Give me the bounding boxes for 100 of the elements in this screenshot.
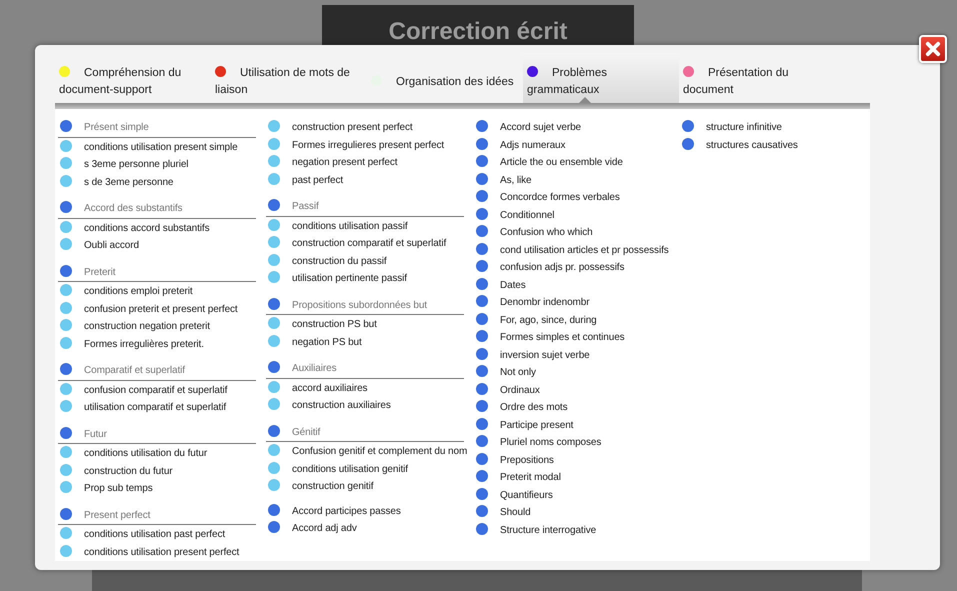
subcategory-item[interactable]: accord auxiliaires [266,380,474,397]
subcategory-item[interactable]: Confusion genitif et complement du nom [266,443,474,460]
category-tab[interactable]: Présentation du document [679,53,835,103]
subcategory-item[interactable]: construction present perfect [266,119,474,136]
bullet-icon [476,365,488,377]
category-heading[interactable]: Accord des substantifs [58,200,256,218]
category-item[interactable]: cond utilisation articles et pr possessifs [474,242,680,259]
subcategory-item[interactable]: Formes irregulieres present perfect [266,136,474,154]
subcategory-item[interactable]: construction auxiliaires [266,397,474,414]
bullet-icon [268,479,280,491]
category-item[interactable]: Pluriel noms composes [474,434,680,452]
subcategory-item[interactable]: confusion preterit et present perfect [58,300,266,318]
category-item[interactable]: Adjs numeraux [474,136,680,154]
category-heading[interactable]: Auxiliaires [266,360,464,378]
category-item[interactable]: Denombr indenombr [474,294,680,312]
category-item[interactable]: Prepositions [474,452,680,469]
subcategory-item[interactable]: construction PS but [266,316,474,334]
subcategory-item[interactable]: negation present perfect [266,154,474,172]
category-tab[interactable]: Utilisation de mots de liaison [211,53,367,103]
category-item[interactable]: structure infinitive [680,119,870,136]
bullet-icon [60,446,72,458]
bullet-icon [476,400,488,412]
category-item[interactable]: As, like [474,172,680,189]
subcategory-item[interactable]: s 3eme personne pluriel [58,156,266,174]
bullet-icon [476,242,488,254]
bullet-icon [268,398,280,410]
subcategory-item[interactable]: conditions emploi preterit [58,283,266,300]
category-item[interactable]: Structure interrogative [474,522,680,539]
category-tab[interactable]: Compréhension du document-support [55,53,211,103]
bullet-icon [60,157,72,169]
category-item[interactable]: Quantifieurs [474,486,680,504]
bullet-icon [60,464,72,476]
bullet-icon [268,298,280,310]
bullet-icon [60,382,72,394]
category-item[interactable]: For, ago, since, during [474,312,680,329]
bullet-icon [60,174,72,186]
bullet-icon [60,426,72,438]
bullet-icon [476,348,488,360]
category-item[interactable]: Accord participes passes [266,502,474,520]
subcategory-item[interactable]: conditions utilisation present perfect [58,544,266,561]
subcategory-item[interactable]: Prop sub temps [58,480,266,498]
bullet-icon [60,481,72,493]
subcategory-item[interactable]: construction du futur [58,462,266,480]
category-heading[interactable]: Présent simple [58,119,256,138]
subcategory-item[interactable]: conditions utilisation passif [266,218,474,235]
category-item[interactable]: Accord sujet verbe [474,119,680,136]
bullet-icon [60,201,72,213]
category-item[interactable]: confusion adjs pr. possessifs [474,259,680,276]
subcategory-item[interactable]: Formes irregulières preterit. [58,336,266,353]
category-item[interactable]: Participe present [474,416,680,434]
subcategory-item[interactable]: construction negation preterit [58,318,266,336]
subcategory-item[interactable]: conditions utilisation past perfect [58,526,266,544]
subcategory-item[interactable]: confusion comparatif et superlatif [58,382,266,399]
category-item[interactable]: Conditionnel [474,206,680,224]
category-heading[interactable]: Comparatif et superlatif [58,362,256,380]
subcategory-item[interactable]: construction comparatif et superlatif [266,235,474,252]
category-item[interactable]: Dates [474,276,680,294]
bullet-icon [60,302,72,314]
subcategory-item[interactable]: utilisation pertinente passif [266,270,474,288]
category-item[interactable]: Concordce formes verbales [474,189,680,206]
category-item[interactable]: Should [474,504,680,522]
subcategory-item[interactable]: construction du passif [266,252,474,270]
bullet-icon [268,236,280,248]
category-tab[interactable]: Organisation des idées [367,53,523,103]
category-heading[interactable]: Passif [266,198,464,216]
close-button[interactable] [919,35,947,63]
subcategory-item[interactable]: utilisation comparatif et superlatif [58,399,266,416]
bullet-icon [476,452,488,464]
category-heading[interactable]: Propositions subordonnées but [266,296,464,315]
category-heading[interactable]: Preterit [58,264,256,282]
bullet-icon [268,361,280,373]
bullet-icon [476,120,488,132]
subcategory-item[interactable]: negation PS but [266,334,474,351]
category-item[interactable]: structures causatives [680,136,870,154]
category-item[interactable]: Preterit modal [474,469,680,486]
subcategory-item[interactable]: s de 3eme personne [58,174,266,191]
category-item[interactable]: Confusion who which [474,224,680,242]
category-heading[interactable]: Futur [58,426,256,444]
subcategory-item[interactable]: construction genitif [266,478,474,496]
subcategory-item[interactable]: conditions utilisation genitif [266,460,474,478]
bullet-icon [476,382,488,394]
category-item[interactable]: Ordre des mots [474,399,680,416]
category-item[interactable]: Formes simples et continues [474,329,680,346]
subcategory-item[interactable]: conditions accord substantifs [58,220,266,237]
subcategory-item[interactable]: conditions utilisation du futur [58,445,266,462]
bullet-icon [476,208,488,220]
bullet-icon [476,190,488,202]
category-heading[interactable]: Present perfect [58,506,256,525]
category-item[interactable]: Not only [474,364,680,382]
subcategory-item[interactable]: Oubli accord [58,237,266,254]
category-heading[interactable]: Génitif [266,424,464,442]
category-item[interactable]: Article the ou ensemble vide [474,154,680,172]
subcategory-item[interactable]: conditions utilisation present simple [58,138,266,156]
bullet-icon [60,363,72,375]
category-item[interactable]: inversion sujet verbe [474,346,680,364]
bullet-icon [268,424,280,436]
bullet-icon [60,284,72,296]
category-item[interactable]: Ordinaux [474,382,680,399]
subcategory-item[interactable]: past perfect [266,172,474,189]
category-item[interactable]: Accord adj adv [266,520,474,538]
